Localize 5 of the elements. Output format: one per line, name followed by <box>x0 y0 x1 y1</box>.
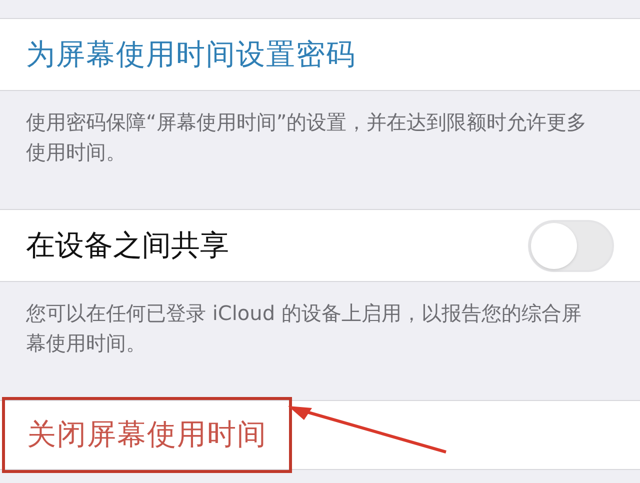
footnote-text: 您可以在任何已登录 iCloud 的设备上启用，以报告您的综合屏幕使用时间。 <box>26 300 582 357</box>
toggle-switch[interactable] <box>528 220 614 272</box>
footnote-text: 使用密码保障“屏幕使用时间”的设置，并在达到限额时允许更多使用时间。 <box>26 109 588 166</box>
setting-label: 在设备之间共享 <box>26 226 230 264</box>
turn-off-button[interactable]: 关闭屏幕使用时间 <box>2 397 292 473</box>
